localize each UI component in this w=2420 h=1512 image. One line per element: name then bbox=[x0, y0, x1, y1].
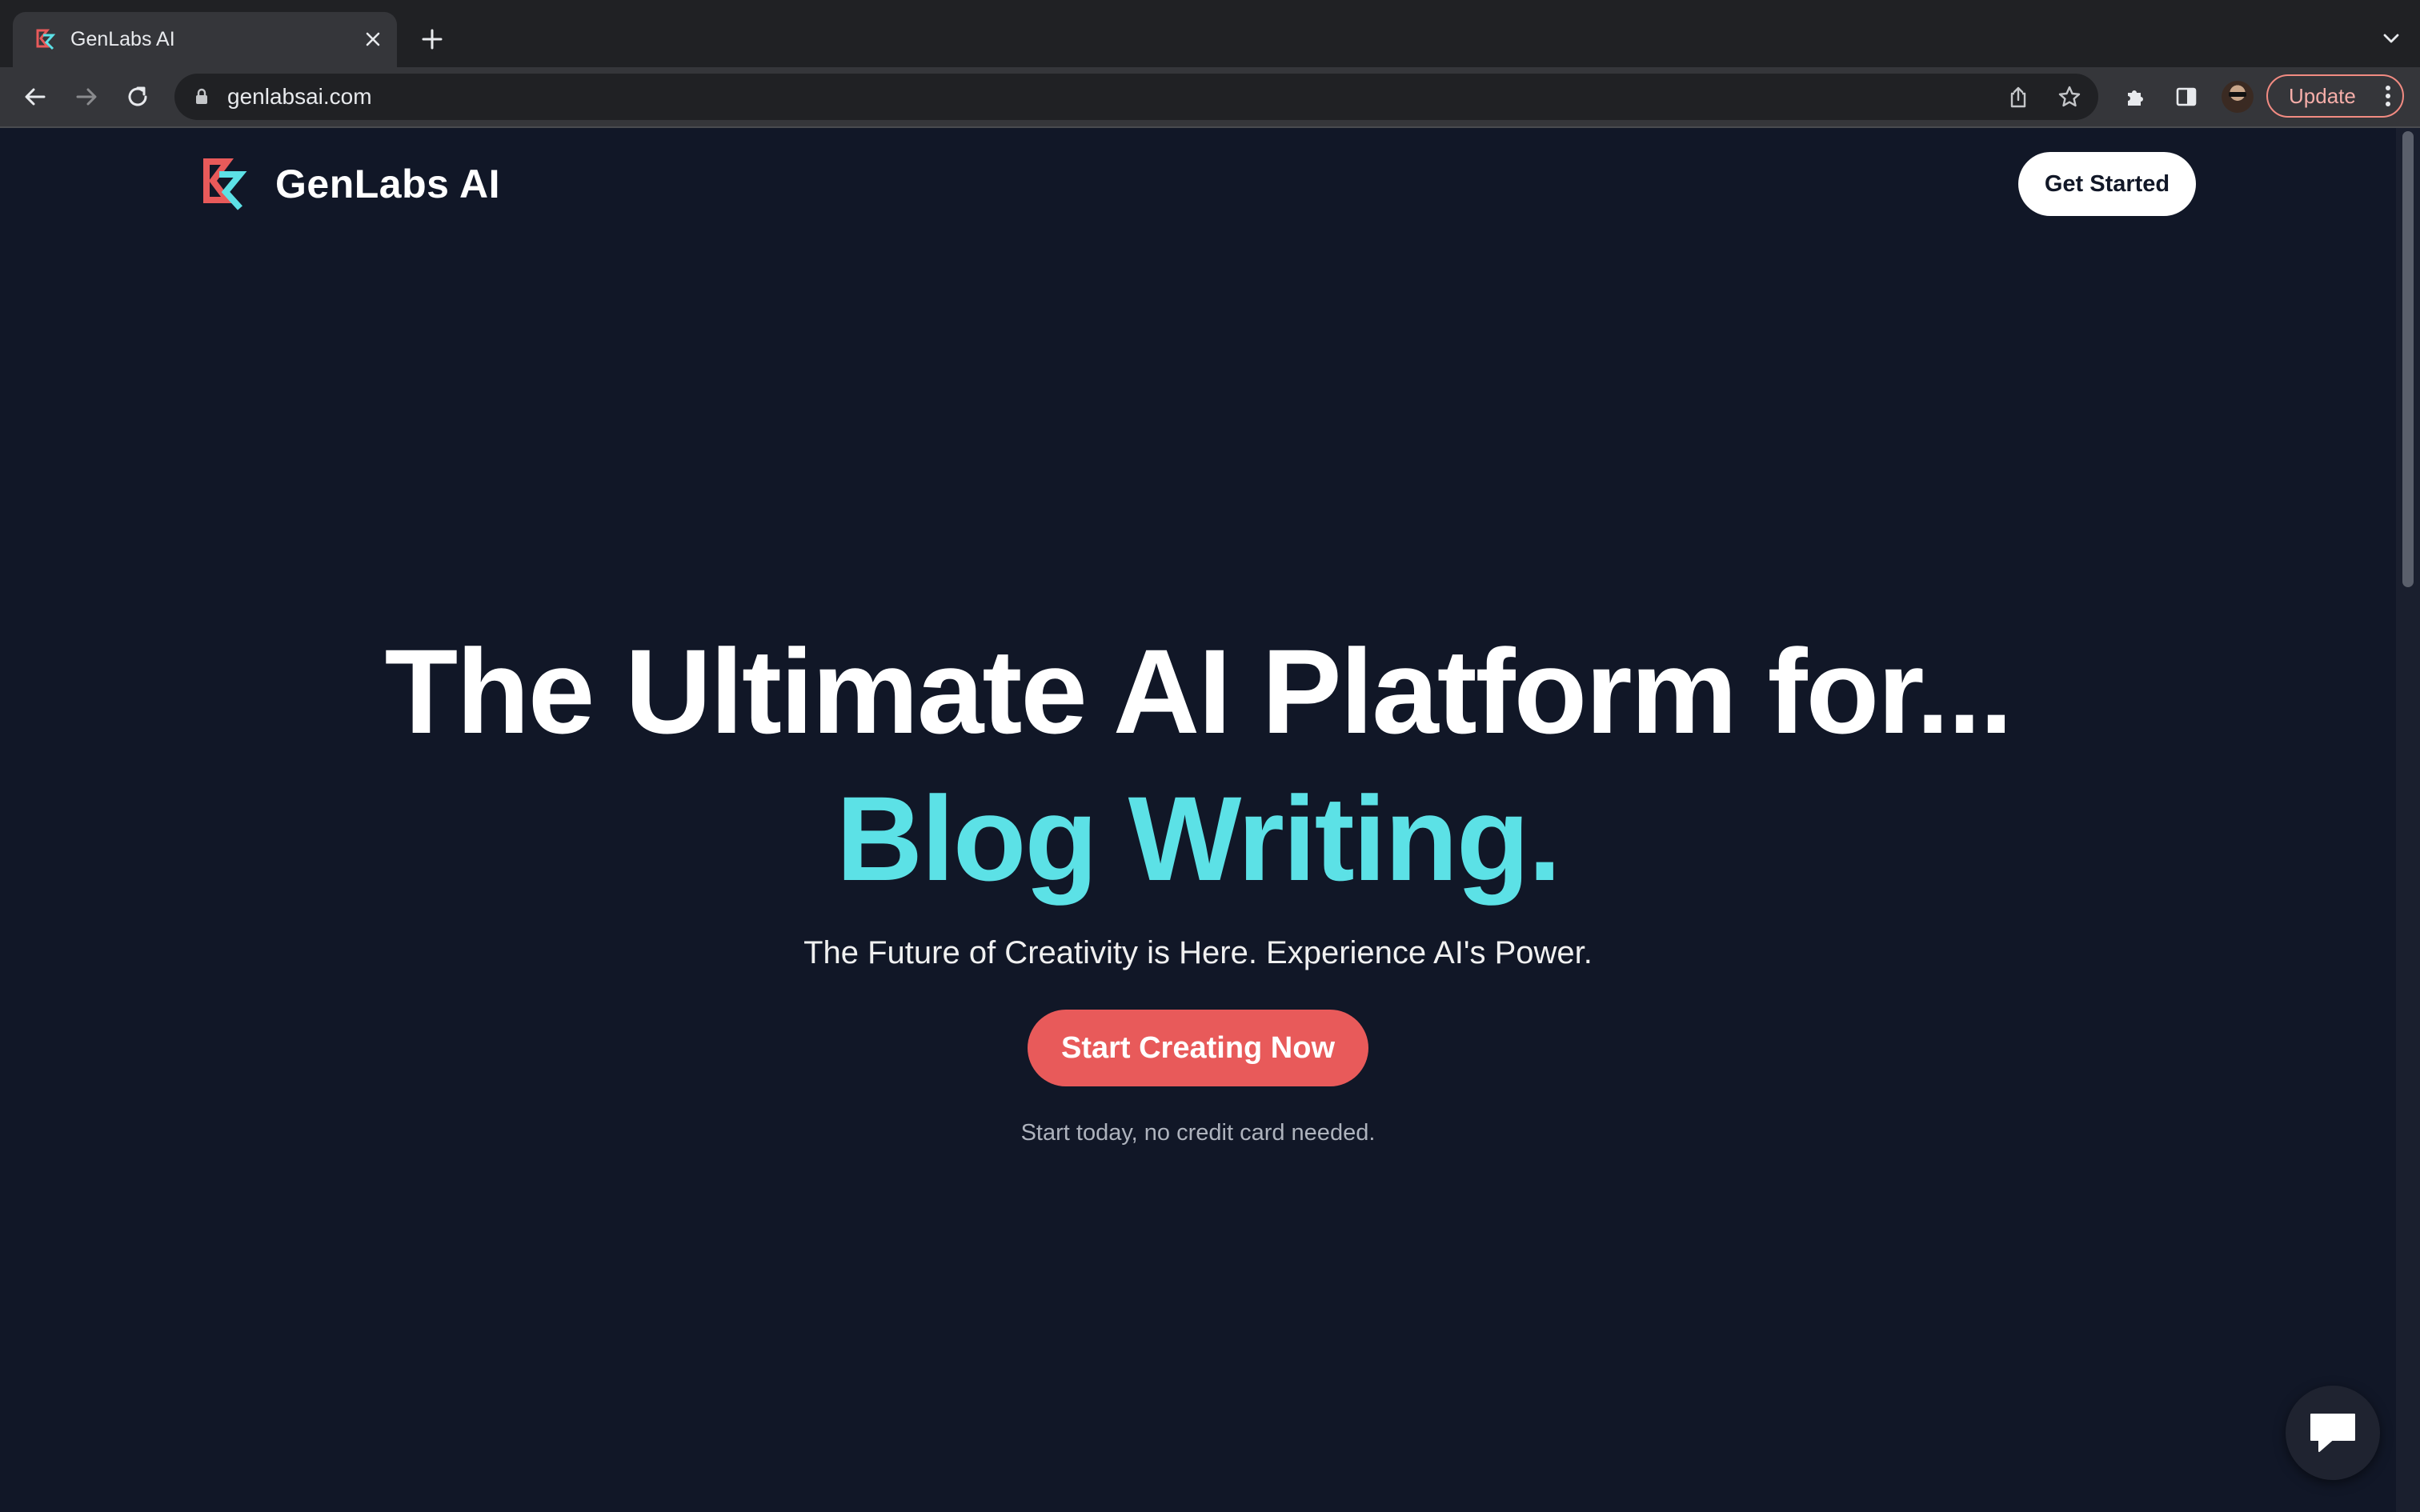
tab-title: GenLabs AI bbox=[70, 28, 175, 50]
chat-button[interactable] bbox=[2286, 1386, 2380, 1480]
update-label: Update bbox=[2289, 84, 2356, 108]
reload-icon[interactable] bbox=[120, 79, 155, 114]
favicon bbox=[36, 29, 56, 50]
browser-tab-strip: GenLabs AI bbox=[0, 0, 2420, 67]
update-button[interactable]: Update bbox=[2266, 74, 2404, 118]
brand-name[interactable]: GenLabs AI bbox=[275, 160, 500, 208]
start-creating-button[interactable]: Start Creating Now bbox=[1028, 1010, 1368, 1086]
get-started-button[interactable]: Get Started bbox=[2018, 152, 2196, 216]
hero-subtitle: The Future of Creativity is Here. Experi… bbox=[803, 935, 1593, 970]
page-content: GenLabs AI Get Started The Ultimate AI P… bbox=[0, 128, 2396, 1512]
chat-icon bbox=[2310, 1414, 2355, 1452]
share-icon[interactable] bbox=[2002, 81, 2034, 113]
page-scrollbar[interactable] bbox=[2396, 128, 2420, 1512]
star-icon[interactable] bbox=[2053, 81, 2085, 113]
browser-tab[interactable]: GenLabs AI bbox=[13, 12, 397, 67]
logo-mark[interactable] bbox=[200, 157, 248, 213]
extensions-icon[interactable] bbox=[2118, 79, 2153, 114]
plus-icon[interactable] bbox=[415, 22, 450, 57]
back-arrow-icon[interactable] bbox=[18, 79, 53, 114]
hero-accent-text: Blog Writing. bbox=[835, 771, 1561, 906]
side-panel-icon[interactable] bbox=[2169, 79, 2204, 114]
kebab-menu-icon[interactable] bbox=[2385, 84, 2391, 108]
chevron-down-icon[interactable] bbox=[2375, 22, 2407, 54]
profile-avatar[interactable] bbox=[2222, 81, 2254, 113]
forward-arrow-icon[interactable] bbox=[69, 79, 104, 114]
scrollbar-thumb[interactable] bbox=[2402, 131, 2414, 587]
hero-title: The Ultimate AI Platform for... bbox=[384, 624, 2013, 758]
lock-icon[interactable] bbox=[192, 87, 211, 106]
browser-toolbar: genlabsai.com Update bbox=[0, 67, 2420, 128]
address-bar[interactable]: genlabsai.com bbox=[174, 74, 2098, 120]
url-text[interactable]: genlabsai.com bbox=[227, 83, 372, 110]
close-icon[interactable] bbox=[357, 23, 389, 55]
no-credit-card-note: Start today, no credit card needed. bbox=[1020, 1120, 1376, 1146]
